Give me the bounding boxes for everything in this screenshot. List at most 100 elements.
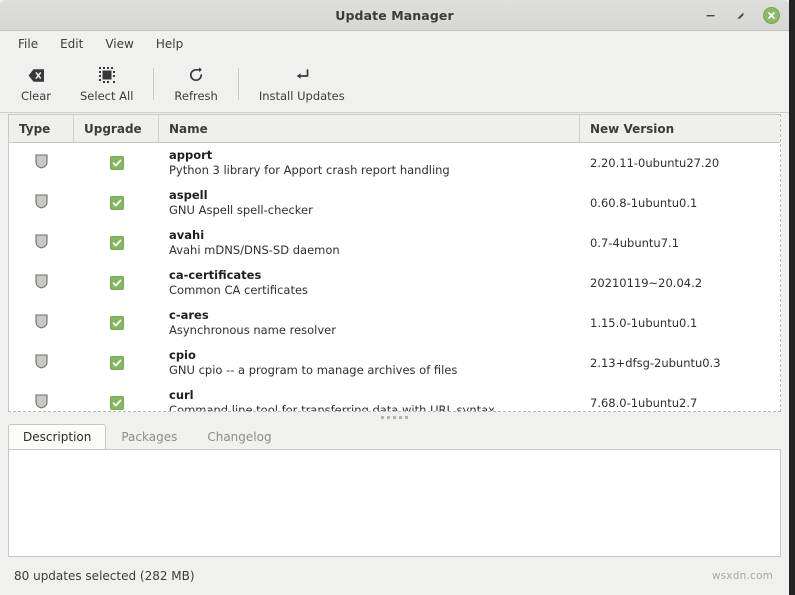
description-panel[interactable]: [8, 449, 781, 557]
install-updates-button[interactable]: Install Updates: [245, 59, 359, 109]
package-new-version: 7.68.0-1ubuntu2.7: [590, 396, 698, 410]
tab-changelog[interactable]: Changelog: [192, 424, 286, 449]
toolbar-separator-2: [237, 68, 239, 100]
menu-item-help[interactable]: Help: [146, 34, 193, 54]
package-name: c-ares: [169, 308, 209, 323]
upgrade-checkbox[interactable]: [109, 316, 124, 330]
upgrade-checkbox-cell[interactable]: [74, 156, 159, 170]
select-all-button[interactable]: Select All: [66, 59, 147, 109]
package-list-pane: Type Upgrade Name New Version apport Pyth…: [8, 114, 781, 412]
package-description: GNU Aspell spell-checker: [169, 202, 313, 217]
watermark: wsxdn.com: [711, 570, 773, 582]
update-manager-window: Update Manager File Edit View Help Clear…: [0, 0, 795, 595]
select-all-icon: [98, 66, 115, 84]
shield-icon: [35, 313, 48, 333]
upgrade-checkbox[interactable]: [109, 276, 124, 290]
detail-tabs: Description Packages Changelog: [0, 423, 789, 449]
clear-button[interactable]: Clear: [6, 59, 66, 109]
toolbar: Clear Select All Refresh Install Updates: [0, 56, 789, 113]
package-description: Asynchronous name resolver: [169, 322, 336, 337]
tab-packages[interactable]: Packages: [106, 424, 192, 449]
close-icon: [768, 12, 775, 19]
package-name: cpio: [169, 348, 196, 363]
title-bar[interactable]: Update Manager: [0, 0, 789, 31]
menu-item-edit[interactable]: Edit: [50, 34, 93, 54]
upgrade-checkbox[interactable]: [109, 356, 124, 370]
shield-icon: [35, 393, 48, 412]
package-new-version: 2.13+dfsg-2ubuntu0.3: [590, 356, 721, 370]
upgrade-checkbox[interactable]: [109, 236, 124, 250]
upgrade-checkbox-cell[interactable]: [74, 396, 159, 410]
upgrade-checkbox[interactable]: [109, 196, 124, 210]
column-header-upgrade[interactable]: Upgrade: [74, 115, 159, 142]
upgrade-checkbox-cell[interactable]: [74, 356, 159, 370]
minimize-button[interactable]: [703, 8, 718, 23]
package-new-version: 2.20.11-0ubuntu27.20: [590, 156, 720, 170]
package-name-cell: c-ares Asynchronous name resolver: [159, 308, 580, 337]
package-description: GNU cpio -- a program to manage archives…: [169, 362, 458, 377]
package-name: apport: [169, 148, 213, 163]
clear-icon: [28, 66, 45, 84]
upgrade-checkbox-cell[interactable]: [74, 276, 159, 290]
tab-description[interactable]: Description: [8, 424, 107, 449]
menu-item-file[interactable]: File: [8, 34, 48, 54]
table-row[interactable]: cpio GNU cpio -- a program to manage arch…: [9, 343, 780, 383]
refresh-button[interactable]: Refresh: [160, 59, 231, 109]
menu-bar: File Edit View Help: [0, 31, 789, 56]
select-all-label: Select All: [80, 89, 134, 103]
upgrade-checkbox-cell[interactable]: [74, 196, 159, 210]
package-type-icon-cell: [9, 393, 74, 412]
column-header-type[interactable]: Type: [9, 115, 74, 142]
package-name: curl: [169, 388, 194, 403]
package-new-version: 0.7-4ubuntu7.1: [590, 236, 680, 250]
refresh-label: Refresh: [174, 89, 218, 103]
upgrade-checkbox[interactable]: [109, 396, 124, 410]
maximize-icon: [737, 12, 744, 19]
package-name-cell: cpio GNU cpio -- a program to manage arch…: [159, 348, 580, 377]
table-row[interactable]: avahi Avahi mDNS/DNS-SD daemon 0.7-4ubuntu…: [9, 223, 780, 263]
install-updates-label: Install Updates: [258, 89, 345, 103]
menu-item-view[interactable]: View: [95, 34, 143, 54]
table-row[interactable]: curl Command line tool for transferring d…: [9, 383, 780, 411]
toolbar-separator-1: [153, 68, 155, 100]
shield-icon: [35, 353, 48, 373]
shield-icon: [35, 233, 48, 253]
package-description: Common CA certificates: [169, 282, 309, 297]
upgrade-checkbox-cell[interactable]: [74, 316, 159, 330]
column-header-new-version[interactable]: New Version: [580, 115, 780, 142]
close-button[interactable]: [763, 7, 780, 24]
package-description: Avahi mDNS/DNS-SD daemon: [169, 242, 340, 257]
column-header-name[interactable]: Name: [159, 115, 580, 142]
status-bar: 80 updates selected (282 MB) wsxdn.com: [0, 557, 789, 595]
clear-label: Clear: [20, 89, 52, 103]
table-row[interactable]: apport Python 3 library for Apport crash …: [9, 143, 780, 183]
package-name-cell: curl Command line tool for transferring d…: [159, 388, 580, 411]
table-row[interactable]: aspell GNU Aspell spell-checker 0.60.8-1ub…: [9, 183, 780, 223]
upgrade-checkbox[interactable]: [109, 156, 124, 170]
package-type-icon-cell: [9, 233, 74, 253]
upgrade-checkbox-cell[interactable]: [74, 236, 159, 250]
package-list-header: Type Upgrade Name New Version: [9, 115, 780, 143]
shield-icon: [35, 193, 48, 213]
package-name-cell: apport Python 3 library for Apport crash …: [159, 148, 580, 177]
window-controls: [703, 0, 780, 31]
maximize-button[interactable]: [733, 8, 748, 23]
package-name: aspell: [169, 188, 208, 203]
pane-resize-grip[interactable]: [0, 412, 789, 423]
package-type-icon-cell: [9, 313, 74, 333]
status-text: 80 updates selected (282 MB): [14, 569, 195, 583]
shield-icon: [35, 273, 48, 293]
table-row[interactable]: ca-certificates Common CA certificates 202…: [9, 263, 780, 303]
package-new-version: 0.60.8-1ubuntu0.1: [590, 196, 698, 210]
package-description: Python 3 library for Apport crash report…: [169, 162, 450, 177]
shield-icon: [35, 153, 48, 173]
package-description: Command line tool for transferring data …: [169, 402, 495, 411]
package-list-body[interactable]: apport Python 3 library for Apport crash …: [9, 143, 780, 411]
package-name: ca-certificates: [169, 268, 262, 283]
table-row[interactable]: c-ares Asynchronous name resolver 1.15.0-1…: [9, 303, 780, 343]
package-type-icon-cell: [9, 353, 74, 373]
package-name-cell: aspell GNU Aspell spell-checker: [159, 188, 580, 217]
package-type-icon-cell: [9, 153, 74, 173]
package-new-version: 20210119~20.04.2: [590, 276, 703, 290]
minimize-icon: [706, 15, 715, 17]
